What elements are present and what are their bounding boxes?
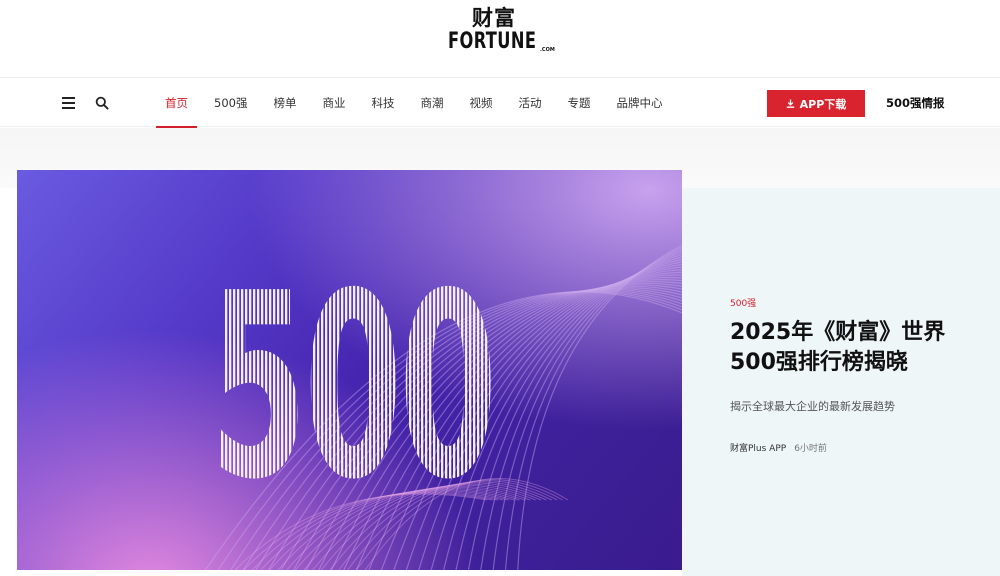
download-icon bbox=[786, 99, 794, 108]
nav-item[interactable]: 首页 bbox=[152, 79, 201, 128]
app-download-label: APP下载 bbox=[799, 97, 847, 111]
nav-item[interactable]: 视频 bbox=[456, 79, 505, 127]
main-nav: 首页 500强 榜单 商业 科技 商潮 视频 活动 专题 品牌中心 APP下载 500强情报 bbox=[0, 79, 1000, 128]
app-download-button[interactable]: APP下载 bbox=[767, 90, 865, 117]
article-meta: 财富Plus APP 6小时前 bbox=[730, 441, 990, 454]
nav-item[interactable]: 榜单 bbox=[260, 79, 309, 127]
nav-item[interactable]: 500强 bbox=[201, 79, 260, 127]
logo-chinese: 财富 bbox=[472, 6, 516, 30]
nav-item[interactable]: 商潮 bbox=[407, 79, 456, 127]
logo-com: .COM bbox=[540, 47, 555, 53]
article-source: 财富Plus APP bbox=[730, 444, 787, 454]
nav-items: 首页 500强 榜单 商业 科技 商潮 视频 活动 专题 品牌中心 bbox=[152, 79, 675, 128]
hero-graphic: 500 bbox=[204, 240, 682, 570]
article-category[interactable]: 500强 bbox=[730, 296, 990, 309]
nav-item[interactable]: 专题 bbox=[554, 79, 603, 127]
search-icon[interactable] bbox=[95, 96, 109, 110]
article-time: 6小时前 bbox=[794, 444, 827, 454]
fortune-logo[interactable]: 财富 FORTUNE .COM bbox=[448, 6, 555, 58]
hero-article: 500强 2025年《财富》世界500强排行榜揭晓 揭示全球最大企业的最新发展趋… bbox=[730, 296, 990, 454]
logo-english: FORTUNE bbox=[448, 29, 537, 54]
nav-item[interactable]: 品牌中心 bbox=[603, 79, 675, 127]
article-headline[interactable]: 2025年《财富》世界500强排行榜揭晓 bbox=[730, 318, 975, 378]
hero-image-fortune500[interactable]: 500 bbox=[17, 170, 682, 570]
nav-item[interactable]: 活动 bbox=[505, 79, 554, 127]
masthead: 财富 FORTUNE .COM bbox=[0, 0, 1000, 78]
menu-icon[interactable] bbox=[62, 97, 75, 109]
fortune500-report-link[interactable]: 500强情报 bbox=[886, 79, 945, 127]
nav-item[interactable]: 商业 bbox=[309, 79, 358, 127]
nav-item[interactable]: 科技 bbox=[358, 79, 407, 127]
article-subtitle: 揭示全球最大企业的最新发展趋势 bbox=[730, 400, 895, 413]
